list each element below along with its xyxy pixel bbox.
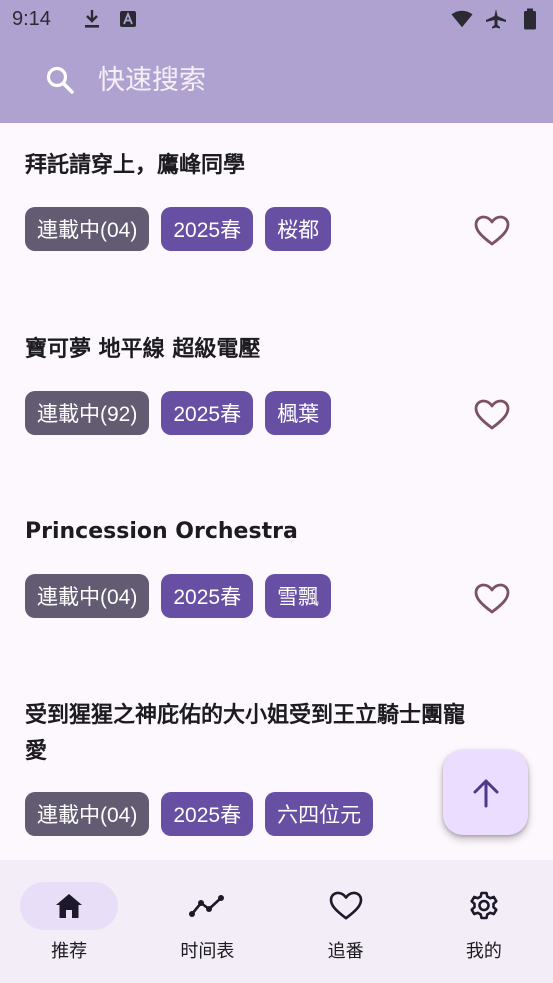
- airplane-icon: [485, 8, 507, 30]
- item-tags: 連載中(92) 2025春 楓葉: [25, 391, 332, 435]
- studio-tag: 桜都: [265, 207, 332, 251]
- favorite-button[interactable]: [470, 209, 514, 253]
- list-item[interactable]: 寶可夢 地平線 超級電壓 連載中(92) 2025春 楓葉: [0, 307, 553, 491]
- nav-label: 时间表: [180, 941, 235, 962]
- nav-label: 推荐: [51, 941, 88, 962]
- heart-outline-icon: [474, 215, 510, 246]
- studio-tag: 雪飄: [265, 574, 332, 618]
- search-bar: [0, 52, 553, 108]
- search-input[interactable]: [98, 60, 498, 100]
- item-tags: 連載中(04) 2025春 雪飄: [25, 574, 332, 618]
- heart-icon: [329, 891, 362, 920]
- arrow-up-icon: [473, 779, 498, 807]
- heart-outline-icon: [474, 583, 510, 614]
- search-icon[interactable]: [44, 64, 76, 96]
- item-title: 寶可夢 地平線 超級電壓: [25, 337, 261, 362]
- status-tag: 連載中(04): [25, 207, 150, 251]
- wifi-icon: [451, 8, 473, 30]
- item-title: 拜託請穿上，鷹峰同學: [25, 153, 246, 178]
- status-time: 9:14: [12, 7, 51, 30]
- top-app-bar: 9:14: [0, 0, 553, 123]
- season-tag: 2025春: [161, 792, 254, 836]
- nav-icon-wrap: [158, 882, 256, 930]
- nav-label: 我的: [465, 941, 502, 962]
- heart-outline-icon: [474, 399, 510, 430]
- nav-icon-wrap: [435, 882, 533, 930]
- item-tags: 連載中(04) 2025春 六四位元: [25, 792, 374, 836]
- favorite-button[interactable]: [470, 393, 514, 437]
- season-tag: 2025春: [161, 207, 254, 251]
- status-tag: 連載中(04): [25, 792, 150, 836]
- download-icon: [81, 8, 103, 30]
- nav-active-indicator: [20, 882, 118, 930]
- nav-item-recommend[interactable]: 推荐: [0, 860, 138, 983]
- item-tags: 連載中(04) 2025春 桜都: [25, 207, 332, 251]
- list-item[interactable]: 拜託請穿上，鷹峰同學 連載中(04) 2025春 桜都: [0, 123, 553, 307]
- studio-tag: 楓葉: [265, 391, 332, 435]
- nav-item-mine[interactable]: 我的: [415, 860, 553, 983]
- favorite-button[interactable]: [470, 577, 514, 621]
- status-bar: 9:14: [0, 0, 553, 38]
- list-item[interactable]: Princession Orchestra 連載中(04) 2025春 雪飄: [0, 491, 553, 675]
- nav-icon-wrap: [297, 882, 395, 930]
- item-title: 受到猩猩之神庇佑的大小姐受到王立騎士團寵愛: [25, 703, 466, 764]
- season-tag: 2025春: [161, 391, 254, 435]
- a-notification-icon: [117, 8, 139, 30]
- status-tag: 連載中(92): [25, 391, 150, 435]
- item-title: Princession Orchestra: [25, 519, 298, 544]
- season-tag: 2025春: [161, 574, 254, 618]
- nav-label: 追番: [327, 941, 364, 962]
- status-tag: 連載中(04): [25, 574, 150, 618]
- bottom-navigation: 推荐 时间表 追番 我的: [0, 860, 553, 983]
- battery-icon: [519, 8, 541, 30]
- studio-tag: 六四位元: [265, 792, 374, 836]
- nav-item-schedule[interactable]: 时间表: [138, 860, 276, 983]
- scroll-to-top-button[interactable]: [443, 750, 528, 835]
- gear-icon: [470, 891, 498, 920]
- timeline-icon: [189, 895, 225, 917]
- home-icon: [56, 894, 82, 918]
- nav-item-following[interactable]: 追番: [277, 860, 415, 983]
